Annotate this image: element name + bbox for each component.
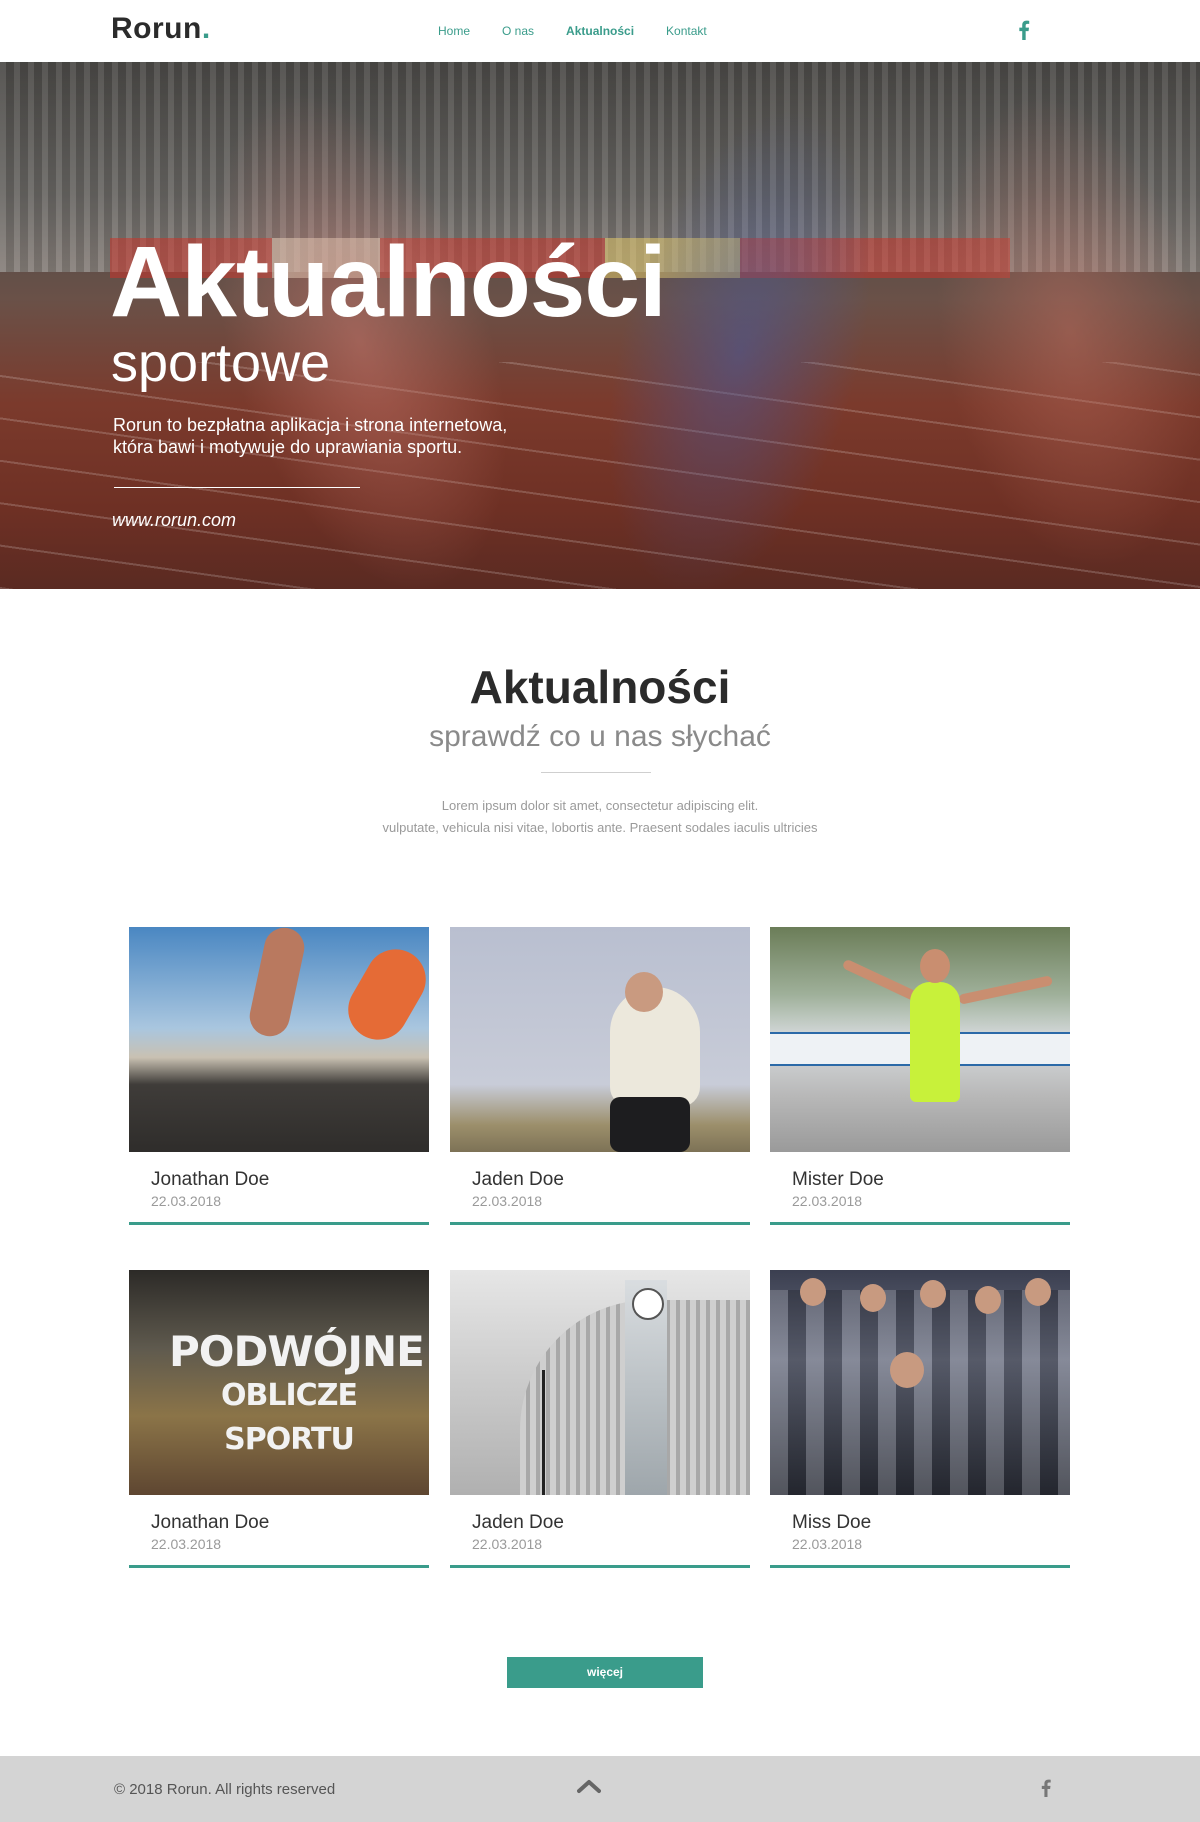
main-menu: Home O nas Aktualności Kontakt (438, 24, 739, 38)
news-card-date: 22.03.2018 (792, 1193, 863, 1209)
hero-description: Rorun to bezpłatna aplikacja i strona in… (113, 414, 593, 458)
hero-subtitle: sportowe (111, 333, 331, 393)
news-card-accent-bar (450, 1222, 750, 1225)
poster-line: PODWÓJNE (169, 1327, 425, 1376)
news-card-accent-bar (450, 1565, 750, 1568)
news-card-date: 22.03.2018 (151, 1536, 222, 1552)
winner-head-shape (920, 949, 950, 983)
group-people-shape (770, 1290, 1070, 1495)
news-card-author[interactable]: Jaden Doe (472, 1512, 564, 1534)
news-card-accent-bar (129, 1222, 429, 1225)
news-card[interactable]: Jaden Doe 22.03.2018 (450, 927, 750, 1227)
poster-headline: PODWÓJNE OBLICZE SPORTU (169, 1330, 425, 1462)
jogger-head-shape (625, 972, 663, 1012)
news-card-image[interactable] (770, 927, 1070, 1152)
news-description-line: vulputate, vehicula nisi vitae, lobortis… (382, 820, 818, 835)
logo-dot: . (201, 12, 211, 45)
running-shoe-shape (337, 938, 429, 1051)
news-card-date: 22.03.2018 (792, 1536, 863, 1552)
news-card[interactable]: Miss Doe 22.03.2018 (770, 1270, 1070, 1570)
winner-arm-shape (957, 975, 1054, 1005)
news-card-author[interactable]: Miss Doe (792, 1512, 871, 1534)
news-card-author[interactable]: Mister Doe (792, 1169, 884, 1191)
news-section-subtitle: sprawdź co u nas słychać (429, 720, 771, 753)
facebook-icon[interactable] (1017, 20, 1031, 40)
person-head-shape (890, 1352, 924, 1388)
footer-copyright: © 2018 Rorun. All rights reserved (114, 1781, 336, 1798)
news-card[interactable]: Jaden Doe 22.03.2018 (450, 1270, 750, 1570)
news-section-description: Lorem ipsum dolor sit amet, consectetur … (300, 795, 900, 839)
news-divider (541, 772, 651, 773)
news-card-author[interactable]: Jonathan Doe (151, 1169, 269, 1191)
winner-arm-shape (841, 958, 919, 1002)
lamp-post-shape (542, 1370, 545, 1495)
news-card-image[interactable]: PODWÓJNE OBLICZE SPORTU (129, 1270, 429, 1495)
news-section-title: Aktualności (469, 661, 731, 713)
facebook-icon[interactable] (1040, 1779, 1052, 1797)
news-card-author[interactable]: Jaden Doe (472, 1169, 564, 1191)
news-card-accent-bar (129, 1565, 429, 1568)
news-card-image[interactable] (450, 1270, 750, 1495)
person-head-shape (800, 1278, 826, 1306)
nav-item-home[interactable]: Home (438, 24, 470, 38)
news-card-accent-bar (770, 1565, 1070, 1568)
logo-text: Rorun (111, 12, 202, 45)
hero-description-line: Rorun to bezpłatna aplikacja i strona in… (113, 415, 508, 435)
nav-item-o-nas[interactable]: O nas (502, 24, 534, 38)
winner-body-shape (910, 982, 960, 1102)
hero-divider (114, 487, 360, 488)
news-card-date: 22.03.2018 (472, 1536, 543, 1552)
news-card[interactable]: PODWÓJNE OBLICZE SPORTU Jonathan Doe 22.… (129, 1270, 429, 1570)
news-card[interactable]: Mister Doe 22.03.2018 (770, 927, 1070, 1227)
nav-item-aktualnosci[interactable]: Aktualności (566, 24, 634, 38)
person-head-shape (920, 1280, 946, 1308)
jogger-legs-shape (610, 1097, 690, 1152)
clock-icon (632, 1288, 664, 1320)
poster-line: OBLICZE SPORTU (221, 1378, 358, 1457)
nav-item-kontakt[interactable]: Kontakt (666, 24, 707, 38)
logo[interactable]: Rorun. (111, 12, 211, 46)
news-card-image[interactable] (450, 927, 750, 1152)
news-card-date: 22.03.2018 (472, 1193, 543, 1209)
person-head-shape (975, 1286, 1001, 1314)
news-card[interactable]: Jonathan Doe 22.03.2018 (129, 927, 429, 1227)
hero-url-link[interactable]: www.rorun.com (112, 510, 236, 531)
news-card-image[interactable] (129, 927, 429, 1152)
more-button[interactable]: więcej (507, 1657, 703, 1688)
news-card-date: 22.03.2018 (151, 1193, 222, 1209)
news-card-image[interactable] (770, 1270, 1070, 1495)
runner-leg-shape (246, 927, 308, 1040)
person-head-shape (1025, 1278, 1051, 1306)
news-card-author[interactable]: Jonathan Doe (151, 1512, 269, 1534)
top-navbar: Rorun. Home O nas Aktualności Kontakt (0, 0, 1200, 62)
chevron-up-icon[interactable] (577, 1778, 601, 1794)
hero-description-line: która bawi i motywuje do uprawiania spor… (113, 437, 463, 457)
news-description-line: Lorem ipsum dolor sit amet, consectetur … (441, 798, 759, 813)
footer: © 2018 Rorun. All rights reserved (0, 1756, 1200, 1822)
person-head-shape (860, 1284, 886, 1312)
hero-title: Aktualności (110, 226, 667, 338)
news-card-accent-bar (770, 1222, 1070, 1225)
